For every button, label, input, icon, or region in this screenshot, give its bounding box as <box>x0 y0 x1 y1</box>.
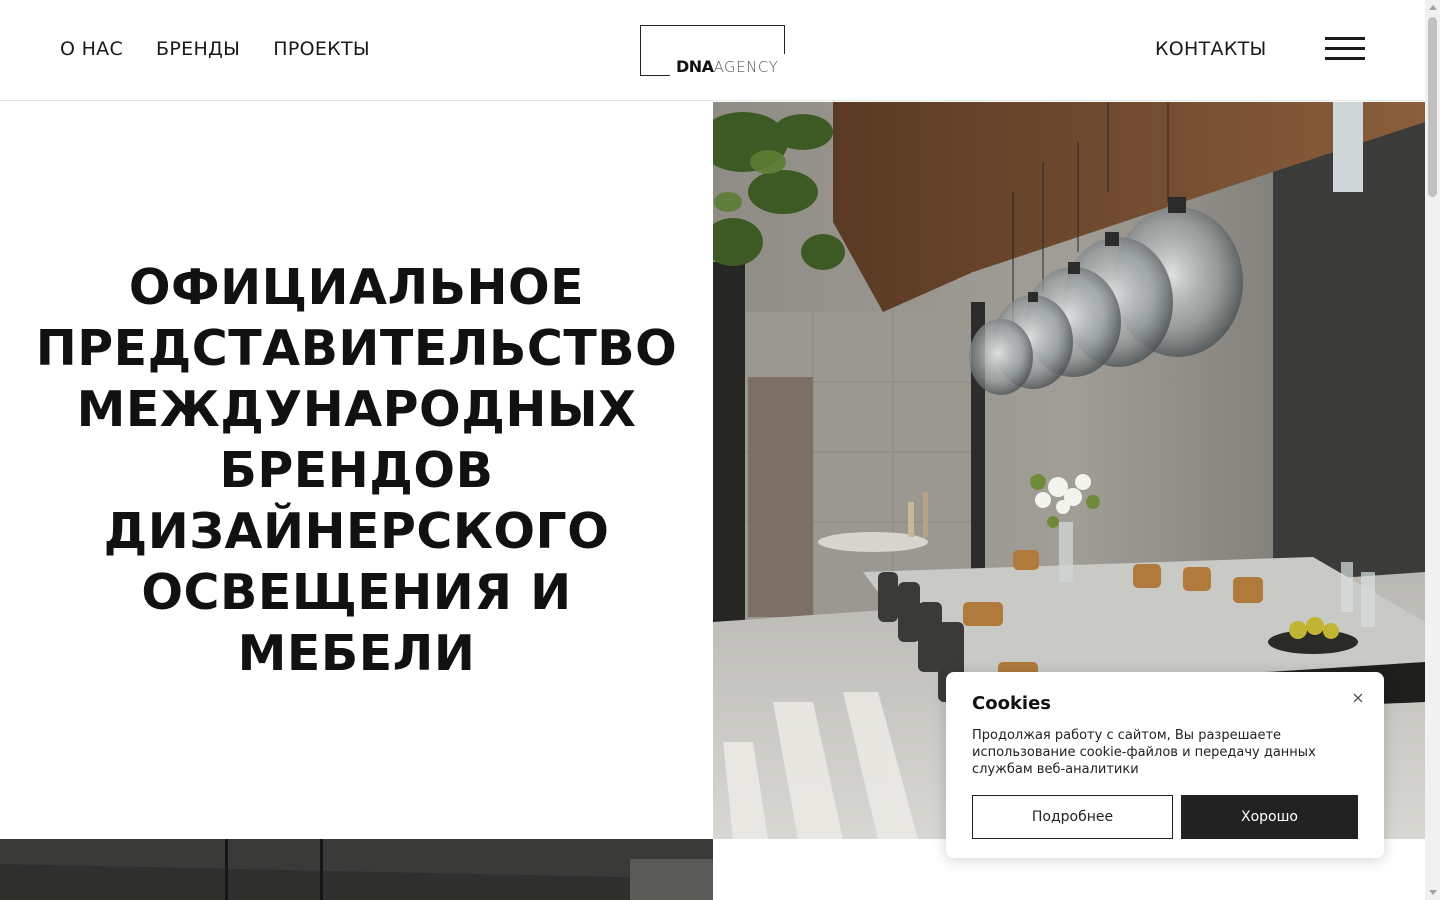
page-scrollbar[interactable] <box>1425 0 1440 900</box>
nav-link-brands[interactable]: БРЕНДЫ <box>156 38 240 60</box>
next-section-photo <box>0 839 713 900</box>
hero-title-line: ОСВЕЩЕНИЯ И <box>141 564 572 621</box>
cookie-more-button[interactable]: Подробнее <box>972 795 1173 839</box>
logo-frame-bottom <box>640 75 670 76</box>
nav-link-contacts[interactable]: КОНТАКТЫ <box>1155 38 1267 60</box>
scroll-up-arrow-icon[interactable] <box>1429 5 1437 10</box>
hero-title: ОФИЦИАЛЬНОЕ ПРЕДСТАВИТЕЛЬСТВО МЕЖДУНАРОД… <box>20 257 693 684</box>
burger-line-1 <box>1325 37 1365 40</box>
hero-title-line: МЕЖДУНАРОДНЫХ <box>76 381 637 438</box>
hamburger-menu-icon[interactable] <box>1325 37 1365 63</box>
close-icon[interactable] <box>1350 690 1366 706</box>
hero-title-line: МЕБЕЛИ <box>237 625 476 682</box>
hero-title-line: БРЕНДОВ <box>219 442 494 499</box>
logo-frame-top <box>640 25 785 54</box>
cookie-text: Продолжая работу с сайтом, Вы разрешаете… <box>972 728 1316 777</box>
site-header: О НАС БРЕНДЫ ПРОЕКТЫ DNAAGENCY КОНТАКТЫ <box>0 0 1425 101</box>
hero-title-line: ОФИЦИАЛЬНОЕ <box>128 259 585 316</box>
logo-frame-left <box>640 25 641 76</box>
burger-line-2 <box>1325 47 1365 50</box>
scrollbar-thumb[interactable] <box>1428 17 1437 197</box>
scroll-down-arrow-icon[interactable] <box>1429 890 1437 895</box>
nav-link-projects[interactable]: ПРОЕКТЫ <box>273 38 370 60</box>
hero-title-line: ДИЗАЙНЕРСКОГО <box>103 503 610 560</box>
logo-text-bold: DNA <box>676 57 714 76</box>
nav-link-about[interactable]: О НАС <box>60 38 123 60</box>
main-nav: О НАС БРЕНДЫ ПРОЕКТЫ <box>60 38 403 60</box>
cookie-consent-popup: Cookies Продолжая работу с сайтом, Вы ра… <box>946 672 1384 858</box>
logo-text: DNAAGENCY <box>676 57 779 77</box>
hero-text-panel: ОФИЦИАЛЬНОЕ ПРЕДСТАВИТЕЛЬСТВО МЕЖДУНАРОД… <box>0 102 713 839</box>
cookie-accept-button[interactable]: Хорошо <box>1181 795 1358 839</box>
hero-title-line: ПРЕДСТАВИТЕЛЬСТВО <box>35 320 678 377</box>
site-logo[interactable]: DNAAGENCY <box>640 25 785 76</box>
burger-line-3 <box>1325 57 1365 60</box>
cookie-title: Cookies <box>972 693 1052 714</box>
logo-text-light: AGENCY <box>713 58 779 76</box>
